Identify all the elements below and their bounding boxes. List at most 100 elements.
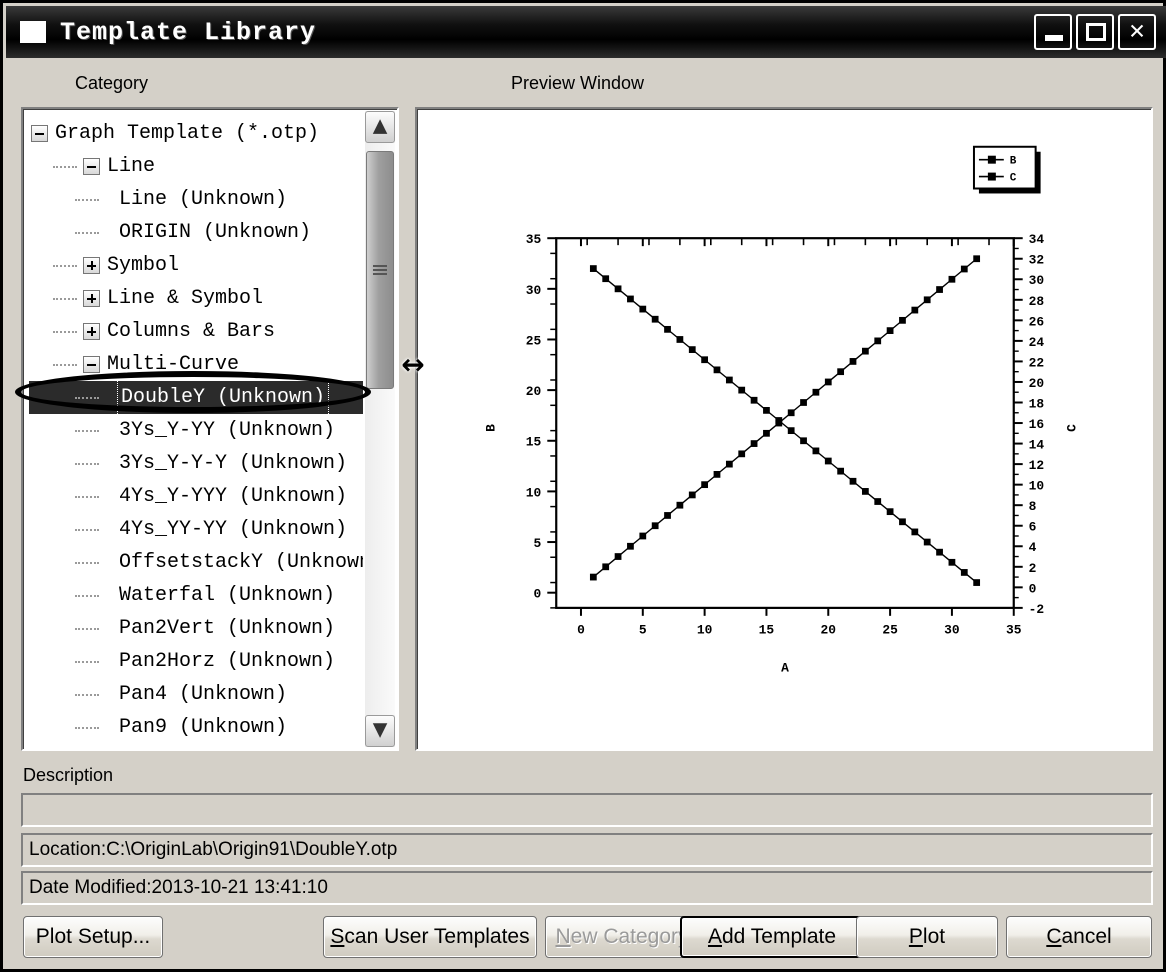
scroll-up-icon[interactable]: ▲ (365, 111, 395, 143)
category-label: Category (75, 73, 149, 93)
tree-item[interactable]: Line (29, 150, 363, 183)
y-tick-label: 25 (526, 333, 542, 348)
close-icon[interactable]: ✕ (1118, 14, 1156, 50)
y2-tick-label: 16 (1029, 417, 1045, 432)
tree-item[interactable]: Pan9 (Unknown) (29, 711, 363, 744)
legend-label-C: C (1010, 173, 1017, 185)
tree-connector-line (75, 429, 99, 432)
tree-item[interactable]: 3Ys_Y-Y-Y (Unknown) (29, 447, 363, 480)
expand-icon[interactable] (83, 290, 100, 307)
tree-item[interactable]: 3Ys_Y-YY (Unknown) (29, 414, 363, 447)
y2-tick-label: 12 (1029, 458, 1045, 473)
tree-item[interactable]: Multi-Curve (29, 348, 363, 381)
tree-item[interactable]: 4Ys_YY-YY (Unknown) (29, 513, 363, 546)
tree-item[interactable]: ORIGIN (Unknown) (29, 216, 363, 249)
legend-box (972, 145, 1037, 190)
expand-icon[interactable] (83, 257, 100, 274)
scroll-down-icon[interactable]: ▼ (365, 715, 395, 747)
series-marker-B (787, 427, 795, 435)
tree-connector-line (75, 627, 99, 630)
y2-tick-label: 18 (1029, 396, 1045, 411)
scrollbar-thumb[interactable] (366, 151, 394, 389)
series-marker-C (676, 501, 684, 509)
tree-connector-line (75, 594, 99, 597)
series-marker-C (874, 337, 882, 345)
tree-connector-line (75, 660, 99, 663)
tree-item[interactable]: DoubleY (Unknown) (29, 379, 363, 416)
collapse-icon[interactable] (83, 158, 100, 175)
x-tick-label: 35 (1006, 623, 1022, 638)
add-template-button[interactable]: Add Template (680, 916, 864, 958)
plot-label: lot (922, 925, 946, 948)
series-marker-C (750, 440, 758, 447)
tree-item[interactable]: Pan2Vert (Unknown) (29, 612, 363, 645)
x-tick-label: 10 (697, 623, 713, 638)
tree-item-label: Line & Symbol (107, 287, 264, 310)
tree-item[interactable]: Graph Template (*.otp) (29, 117, 363, 150)
legend-marker-C (987, 172, 996, 181)
y2-tick-label: 2 (1029, 561, 1037, 576)
series-marker-B (602, 275, 610, 283)
scan-user-templates-button[interactable]: Scan User Templates (323, 916, 537, 958)
series-marker-C (849, 358, 857, 365)
series-marker-B (627, 295, 634, 303)
minimize-icon[interactable] (1034, 14, 1072, 50)
tree-item[interactable]: Pan2Horz (Unknown) (29, 645, 363, 678)
tree-item[interactable]: Pan4 (Unknown) (29, 678, 363, 711)
collapse-icon[interactable] (83, 356, 100, 373)
x-tick-label: 5 (639, 623, 647, 638)
expand-icon[interactable] (83, 323, 100, 340)
tree-item[interactable]: Waterfal (Unknown) (29, 579, 363, 612)
category-tree[interactable]: Graph Template (*.otp) Line Line (Unknown)… (23, 109, 363, 749)
title-bar: Template Library ✕ (6, 6, 1166, 58)
series-marker-C (800, 399, 807, 406)
series-marker-C (824, 378, 832, 386)
plot-button[interactable]: Plot (856, 916, 998, 958)
tree-connector-line (53, 363, 77, 366)
series-marker-B (651, 315, 659, 323)
date-modified-field: Date Modified:2013-10-21 13:41:10 (21, 871, 1153, 905)
series-marker-B (837, 467, 845, 475)
series-marker-B (886, 508, 894, 516)
horizontal-resize-cursor-icon[interactable]: ↔ (391, 348, 435, 382)
x-tick-label: 30 (944, 623, 960, 638)
tree-item-label: Waterfal (Unknown) (119, 584, 336, 607)
series-marker-B (800, 437, 807, 445)
tree-item[interactable]: Line (Unknown) (29, 183, 363, 216)
y-tick-label: 35 (526, 232, 542, 247)
maximize-icon[interactable] (1076, 14, 1114, 50)
tree-item[interactable]: OffsetstackY (Unknown) (29, 546, 363, 579)
preview-window-label: Preview Window (511, 73, 645, 93)
series-marker-B (676, 336, 684, 343)
cancel-button[interactable]: Cancel (1006, 916, 1152, 958)
series-marker-C (973, 255, 981, 263)
plot-setup-button[interactable]: Plot Setup... (23, 916, 163, 958)
y-tick-label: 15 (526, 435, 542, 450)
tree-item[interactable]: Line & Symbol (29, 282, 363, 315)
description-field[interactable] (21, 793, 1153, 827)
y2-tick-label: 14 (1029, 438, 1045, 453)
series-marker-C (763, 429, 770, 437)
series-marker-B (824, 457, 832, 465)
x-axis-title: A (781, 660, 789, 675)
y2-tick-label: 4 (1029, 540, 1037, 555)
category-tree-panel[interactable]: Graph Template (*.otp) Line Line (Unknown)… (21, 107, 399, 751)
series-marker-C (589, 573, 597, 581)
series-marker-B (861, 488, 869, 495)
tree-item[interactable]: 4Ys_Y-YYY (Unknown) (29, 480, 363, 513)
collapse-icon[interactable] (31, 125, 48, 142)
series-marker-B (614, 285, 622, 293)
series-marker-B (688, 346, 696, 353)
series-line-B (592, 268, 978, 584)
series-marker-C (911, 306, 919, 314)
y-axis-title: B (484, 424, 499, 432)
series-marker-B (738, 386, 746, 394)
series-marker-B (936, 548, 943, 556)
location-field: Location:C:\OriginLab\Origin91\DoubleY.o… (21, 833, 1153, 867)
tree-item[interactable]: Columns & Bars (29, 315, 363, 348)
tree-item[interactable]: Symbol (29, 249, 363, 282)
scrollbar-track[interactable] (365, 143, 395, 715)
series-marker-C (614, 553, 622, 560)
legend-marker-B (987, 155, 996, 164)
tree-scrollbar[interactable]: ▲ ▼ (365, 111, 395, 747)
